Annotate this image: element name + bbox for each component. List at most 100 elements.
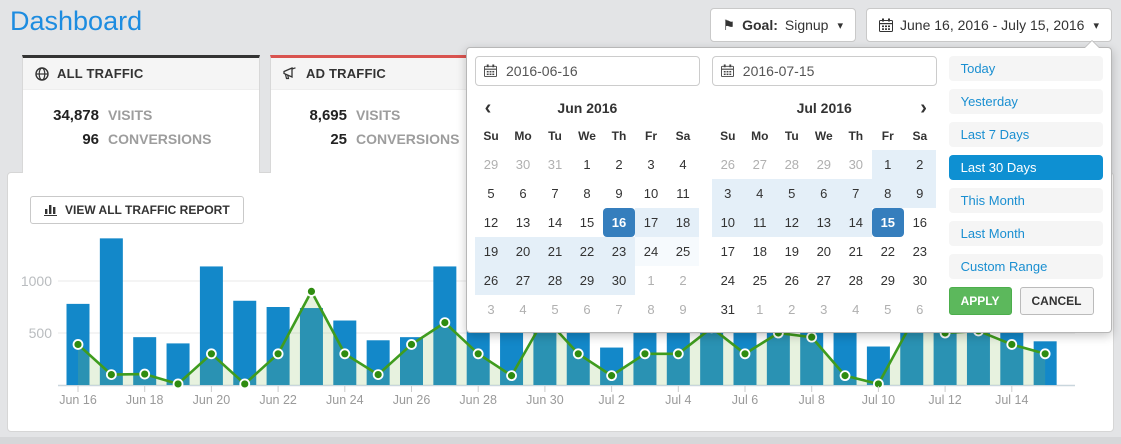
calendar-day[interactable]: 31: [712, 295, 744, 324]
calendar-day[interactable]: 25: [744, 266, 776, 295]
calendar-day[interactable]: 3: [712, 179, 744, 208]
calendar-day[interactable]: 6: [507, 179, 539, 208]
calendar-day[interactable]: 16: [904, 208, 936, 237]
calendar-day[interactable]: 27: [808, 266, 840, 295]
calendar-day[interactable]: 5: [539, 295, 571, 324]
view-all-traffic-report-button[interactable]: VIEW ALL TRAFFIC REPORT: [30, 196, 244, 224]
calendar-day[interactable]: 16: [603, 208, 635, 237]
calendar-day[interactable]: 14: [840, 208, 872, 237]
calendar-day[interactable]: 30: [507, 150, 539, 179]
calendar-day[interactable]: 17: [712, 237, 744, 266]
calendar-day[interactable]: 30: [904, 266, 936, 295]
calendar-day[interactable]: 24: [712, 266, 744, 295]
calendar-day[interactable]: 22: [571, 237, 603, 266]
calendar-day[interactable]: 30: [840, 150, 872, 179]
calendar-day[interactable]: 6: [571, 295, 603, 324]
calendar-day[interactable]: 1: [571, 150, 603, 179]
calendar-day[interactable]: 4: [744, 179, 776, 208]
calendar-day[interactable]: 27: [744, 150, 776, 179]
range-option-last-7-days[interactable]: Last 7 Days: [949, 122, 1103, 147]
calendar-day[interactable]: 17: [635, 208, 667, 237]
calendar-day[interactable]: 4: [840, 295, 872, 324]
tab-all-traffic[interactable]: ALL TRAFFIC 34,878 VISITS 96 CONVERSIONS: [22, 55, 260, 173]
calendar-day[interactable]: 5: [475, 179, 507, 208]
range-option-today[interactable]: Today: [949, 56, 1103, 81]
calendar-day[interactable]: 3: [635, 150, 667, 179]
calendar-day[interactable]: 19: [776, 237, 808, 266]
calendar-day[interactable]: 3: [475, 295, 507, 324]
calendar-day[interactable]: 15: [571, 208, 603, 237]
calendar-day[interactable]: 25: [667, 237, 699, 266]
calendar-day[interactable]: 29: [808, 150, 840, 179]
calendar-day[interactable]: 8: [571, 179, 603, 208]
date-range-button[interactable]: June 16, 2016 - July 15, 2016 ▾: [866, 8, 1112, 42]
calendar-day[interactable]: 7: [840, 179, 872, 208]
calendar-day[interactable]: 23: [904, 237, 936, 266]
calendar-day[interactable]: 26: [776, 266, 808, 295]
calendar-day[interactable]: 28: [539, 266, 571, 295]
range-option-yesterday[interactable]: Yesterday: [949, 89, 1103, 114]
calendar-day[interactable]: 10: [712, 208, 744, 237]
calendar-day[interactable]: 4: [507, 295, 539, 324]
calendar-day[interactable]: 28: [776, 150, 808, 179]
chevron-right-icon[interactable]: ›: [911, 95, 937, 121]
range-option-this-month[interactable]: This Month: [949, 188, 1103, 213]
calendar-day[interactable]: 13: [507, 208, 539, 237]
calendar-day[interactable]: 11: [667, 179, 699, 208]
calendar-day[interactable]: 9: [603, 179, 635, 208]
calendar-day[interactable]: 5: [776, 179, 808, 208]
calendar-day[interactable]: 11: [744, 208, 776, 237]
calendar-day[interactable]: 29: [571, 266, 603, 295]
calendar-day[interactable]: 2: [603, 150, 635, 179]
calendar-day[interactable]: 6: [904, 295, 936, 324]
calendar-day[interactable]: 1: [872, 150, 904, 179]
range-option-last-month[interactable]: Last Month: [949, 221, 1103, 246]
calendar-day[interactable]: 12: [776, 208, 808, 237]
calendar-day[interactable]: 5: [872, 295, 904, 324]
calendar-day[interactable]: 20: [507, 237, 539, 266]
calendar-day[interactable]: 2: [776, 295, 808, 324]
calendar-day[interactable]: 23: [603, 237, 635, 266]
range-option-custom-range[interactable]: Custom Range: [949, 254, 1103, 279]
calendar-day[interactable]: 2: [904, 150, 936, 179]
cancel-button[interactable]: CANCEL: [1020, 287, 1094, 315]
calendar-day[interactable]: 29: [872, 266, 904, 295]
calendar-day[interactable]: 8: [872, 179, 904, 208]
chevron-left-icon[interactable]: ‹: [475, 95, 501, 121]
calendar-day[interactable]: 26: [475, 266, 507, 295]
calendar-day[interactable]: 22: [872, 237, 904, 266]
calendar-day[interactable]: 19: [475, 237, 507, 266]
calendar-day[interactable]: 24: [635, 237, 667, 266]
calendar-day[interactable]: 31: [539, 150, 571, 179]
start-date-input[interactable]: [475, 56, 700, 86]
calendar-day[interactable]: 6: [808, 179, 840, 208]
calendar-day[interactable]: 21: [840, 237, 872, 266]
calendar-day[interactable]: 18: [667, 208, 699, 237]
calendar-day[interactable]: 1: [635, 266, 667, 295]
goal-dropdown-button[interactable]: ⚑ Goal: Signup ▾: [710, 8, 856, 42]
calendar-day[interactable]: 14: [539, 208, 571, 237]
calendar-day[interactable]: 7: [539, 179, 571, 208]
calendar-day[interactable]: 15: [872, 208, 904, 237]
calendar-day[interactable]: 13: [808, 208, 840, 237]
calendar-day[interactable]: 4: [667, 150, 699, 179]
calendar-day[interactable]: 9: [904, 179, 936, 208]
calendar-day[interactable]: 26: [712, 150, 744, 179]
calendar-day[interactable]: 7: [603, 295, 635, 324]
calendar-day[interactable]: 2: [667, 266, 699, 295]
calendar-day[interactable]: 27: [507, 266, 539, 295]
calendar-day[interactable]: 3: [808, 295, 840, 324]
calendar-day[interactable]: 21: [539, 237, 571, 266]
end-date-input[interactable]: [712, 56, 937, 86]
calendar-day[interactable]: 28: [840, 266, 872, 295]
calendar-day[interactable]: 20: [808, 237, 840, 266]
calendar-day[interactable]: 18: [744, 237, 776, 266]
calendar-day[interactable]: 9: [667, 295, 699, 324]
calendar-day[interactable]: 1: [744, 295, 776, 324]
range-option-last-30-days[interactable]: Last 30 Days: [949, 155, 1103, 180]
calendar-day[interactable]: 30: [603, 266, 635, 295]
apply-button[interactable]: APPLY: [949, 287, 1012, 315]
calendar-day[interactable]: 10: [635, 179, 667, 208]
calendar-day[interactable]: 8: [635, 295, 667, 324]
calendar-day[interactable]: 29: [475, 150, 507, 179]
